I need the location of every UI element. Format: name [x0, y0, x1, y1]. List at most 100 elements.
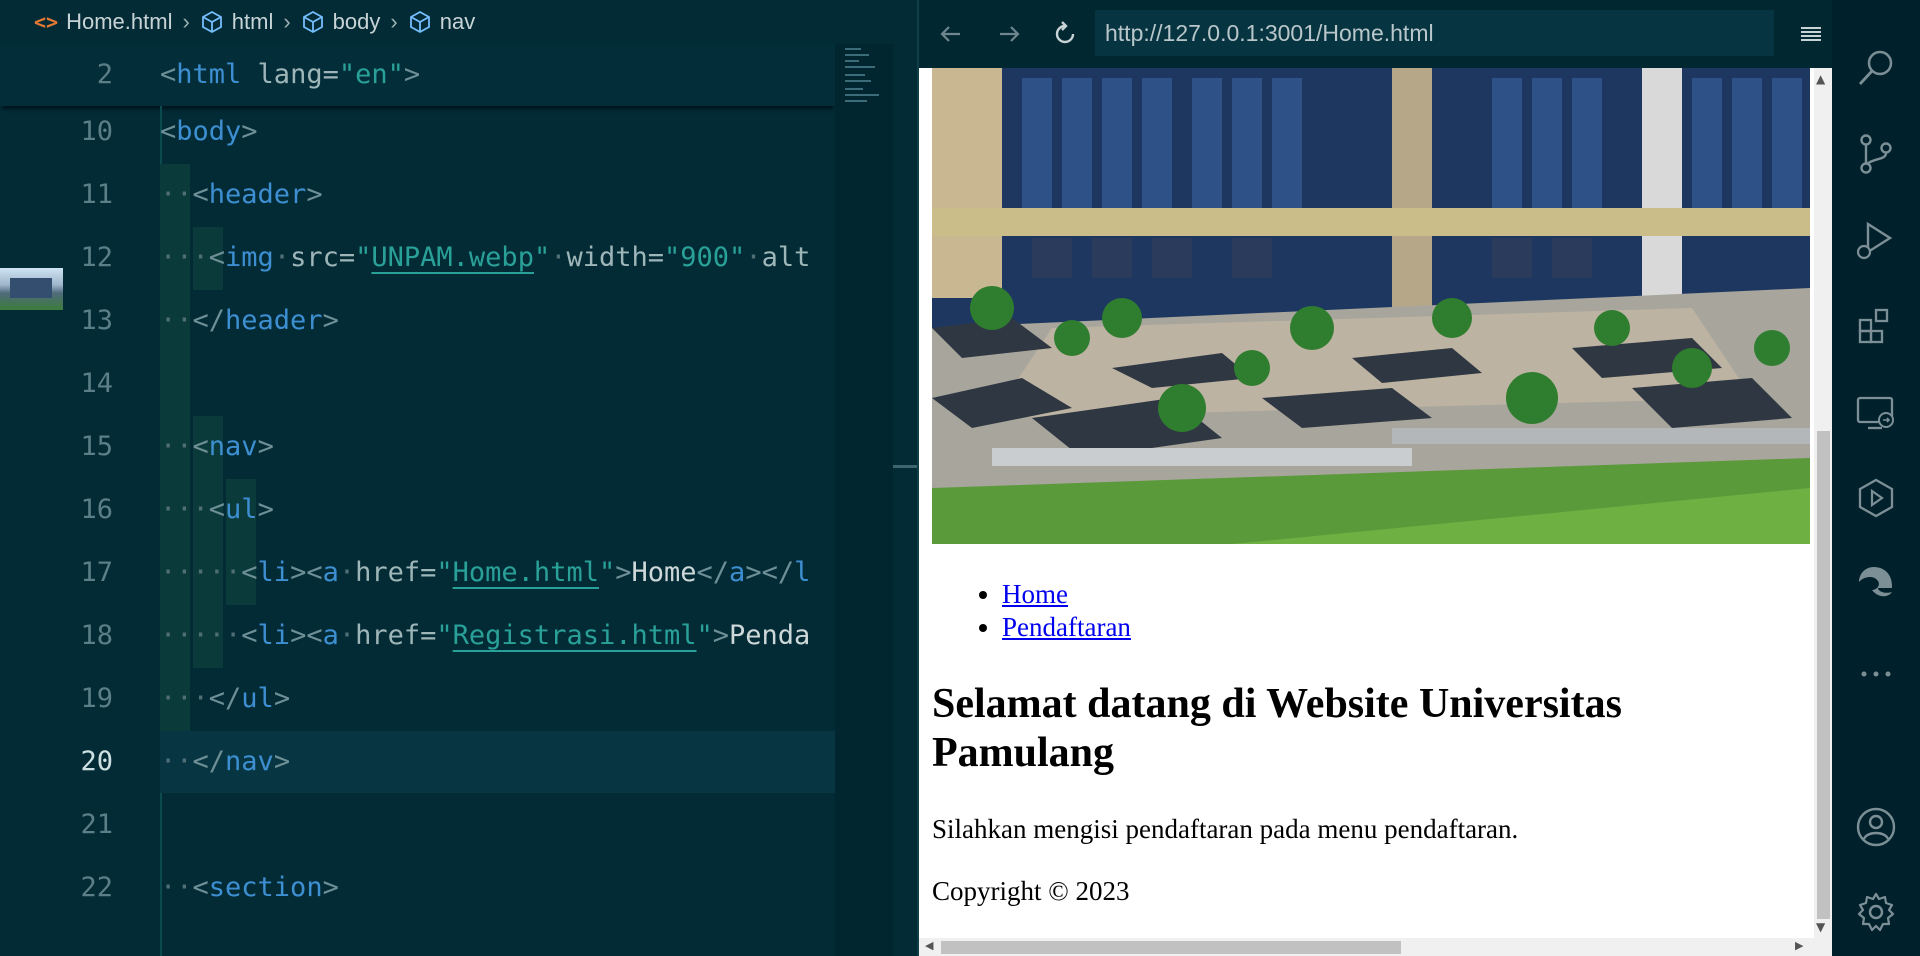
- code-line[interactable]: 17 ·····<li><a·href="Home.html">Home</a><…: [0, 542, 835, 604]
- code-line[interactable]: 19 ···</ul>: [0, 668, 835, 730]
- line-number: 2: [96, 59, 113, 90]
- scroll-down-arrow-icon[interactable]: ▼: [1816, 920, 1825, 934]
- code-line[interactable]: 22 ··<section>: [0, 857, 835, 919]
- editor-scrollbar[interactable]: [893, 44, 917, 956]
- code-line[interactable]: 10 <body>: [0, 101, 835, 163]
- code-token: ··: [160, 305, 193, 336]
- code-token: img: [225, 242, 274, 273]
- nav-link-pendaftaran[interactable]: Pendaftaran: [1002, 612, 1131, 642]
- code-token: ··: [160, 746, 193, 777]
- code-line[interactable]: 13 ··</header>: [0, 290, 835, 352]
- remote-explorer-icon: [1856, 396, 1894, 430]
- code-line[interactable]: 11 ··<header>: [0, 164, 835, 226]
- html-file-icon: <>: [34, 10, 59, 34]
- code-text: ···<img·src="UNPAM.webp"·width="900"·alt: [160, 227, 810, 289]
- more-views-button[interactable]: [1832, 642, 1920, 706]
- code-token: nav: [208, 431, 258, 462]
- nav-link-home[interactable]: Home: [1002, 579, 1068, 609]
- code-token: ul: [225, 494, 258, 525]
- browser-viewport[interactable]: Home Pendaftaran Selamat datang di Websi…: [919, 68, 1832, 956]
- scroll-up-arrow-icon[interactable]: ▲: [1816, 72, 1825, 86]
- code-line[interactable]: 16 ···<ul>: [0, 479, 835, 541]
- page-description: Silahkan mengisi pendaftaran pada menu p…: [932, 814, 1519, 844]
- code-line[interactable]: 20 ··</nav>: [0, 731, 835, 793]
- chevron-right-icon: ›: [182, 9, 190, 34]
- scroll-left-arrow-icon[interactable]: ◀: [925, 939, 933, 952]
- code-token: <: [192, 431, 209, 462]
- line-number: 17: [80, 557, 113, 588]
- scrollbar-thumb[interactable]: [941, 941, 1401, 954]
- breadcrumb: <> Home.html › html › body › nav: [0, 0, 917, 44]
- code-line[interactable]: 12 ···<img·src="UNPAM.webp"·width="900"·a…: [0, 227, 835, 289]
- code-token: </: [696, 557, 730, 588]
- search-button[interactable]: [1832, 36, 1920, 100]
- code-text: ··</header>: [160, 290, 339, 352]
- code-text: ·····<li><a·href="Home.html">Home</a></l: [160, 542, 810, 604]
- line-number: 16: [80, 494, 113, 525]
- image-preview-thumbnail: [0, 268, 63, 310]
- code-token: ": [436, 557, 453, 588]
- code-token: alt: [761, 242, 811, 273]
- code-token: ·: [550, 242, 567, 273]
- page-horizontal-scrollbar[interactable]: ◀ ▶: [919, 938, 1832, 956]
- code-token: </: [192, 305, 226, 336]
- code-token: >: [403, 59, 421, 90]
- forward-button[interactable]: [987, 12, 1031, 56]
- extensions-icon: [1858, 308, 1889, 344]
- breadcrumb-item-file[interactable]: <> Home.html: [34, 9, 172, 35]
- source-control-button[interactable]: [1832, 122, 1920, 186]
- edge-devtools-button[interactable]: [1832, 552, 1920, 616]
- breadcrumb-item-body[interactable]: body: [301, 9, 380, 35]
- code-token: UNPAM.webp: [371, 242, 534, 273]
- code-token: Registrasi.html: [452, 620, 697, 651]
- code-editor[interactable]: <> Home.html › html › body › nav 2 <html …: [0, 0, 917, 956]
- code-token: header: [225, 305, 323, 336]
- scrollbar-thumb[interactable]: [1817, 431, 1830, 919]
- code-text: <html lang="en">: [160, 44, 420, 106]
- line-number: 10: [80, 116, 113, 147]
- run-debug-button[interactable]: [1832, 208, 1920, 272]
- line-number: 22: [80, 872, 113, 903]
- code-line[interactable]: 15 ··<nav>: [0, 416, 835, 478]
- sticky-scroll-header[interactable]: 2 <html lang="en">: [0, 44, 835, 106]
- breadcrumb-item-html[interactable]: html: [200, 9, 273, 35]
- code-token: >: [322, 305, 339, 336]
- code-line[interactable]: 14: [0, 353, 835, 415]
- url-input[interactable]: [1095, 10, 1774, 56]
- edge-icon: [1859, 567, 1892, 597]
- code-token: ·: [338, 620, 356, 651]
- code-text: <body>: [160, 101, 258, 163]
- minimap[interactable]: [835, 44, 895, 956]
- code-line[interactable]: 21: [0, 794, 835, 856]
- code-token: >: [322, 872, 339, 903]
- arrow-right-icon: [1000, 26, 1020, 42]
- reload-button[interactable]: [1043, 12, 1087, 56]
- scroll-right-arrow-icon[interactable]: ▶: [1795, 939, 1803, 952]
- code-token: ": [598, 557, 616, 588]
- extensions-button[interactable]: [1832, 294, 1920, 358]
- page-vertical-scrollbar[interactable]: ▲ ▼: [1814, 68, 1832, 938]
- code-token: ·: [273, 242, 291, 273]
- code-token: "900": [664, 242, 746, 273]
- code-token: ></: [745, 557, 795, 588]
- more-actions-button[interactable]: [1791, 14, 1831, 54]
- element-icon: [201, 10, 222, 34]
- nav-list-item: Pendaftaran: [1002, 611, 1131, 644]
- deploy-button[interactable]: [1832, 466, 1920, 530]
- manage-button[interactable]: [1832, 880, 1920, 944]
- accounts-button[interactable]: [1832, 795, 1920, 859]
- back-button[interactable]: [929, 12, 973, 56]
- code-line[interactable]: 2 <html lang="en">: [0, 44, 835, 106]
- code-token: <: [160, 116, 177, 147]
- code-token: src=: [290, 242, 356, 273]
- code-token: li: [257, 620, 291, 651]
- breadcrumb-item-nav[interactable]: nav: [408, 9, 475, 35]
- remote-explorer-button[interactable]: [1832, 380, 1920, 444]
- code-token: width=: [566, 242, 665, 273]
- code-token: >: [712, 620, 730, 651]
- code-token: a: [729, 557, 746, 588]
- code-token: html: [176, 59, 242, 90]
- code-line[interactable]: 18 ·····<li><a·href="Registrasi.html">Pen…: [0, 605, 835, 667]
- code-token: ···: [160, 494, 209, 525]
- arrow-left-icon: [940, 26, 960, 42]
